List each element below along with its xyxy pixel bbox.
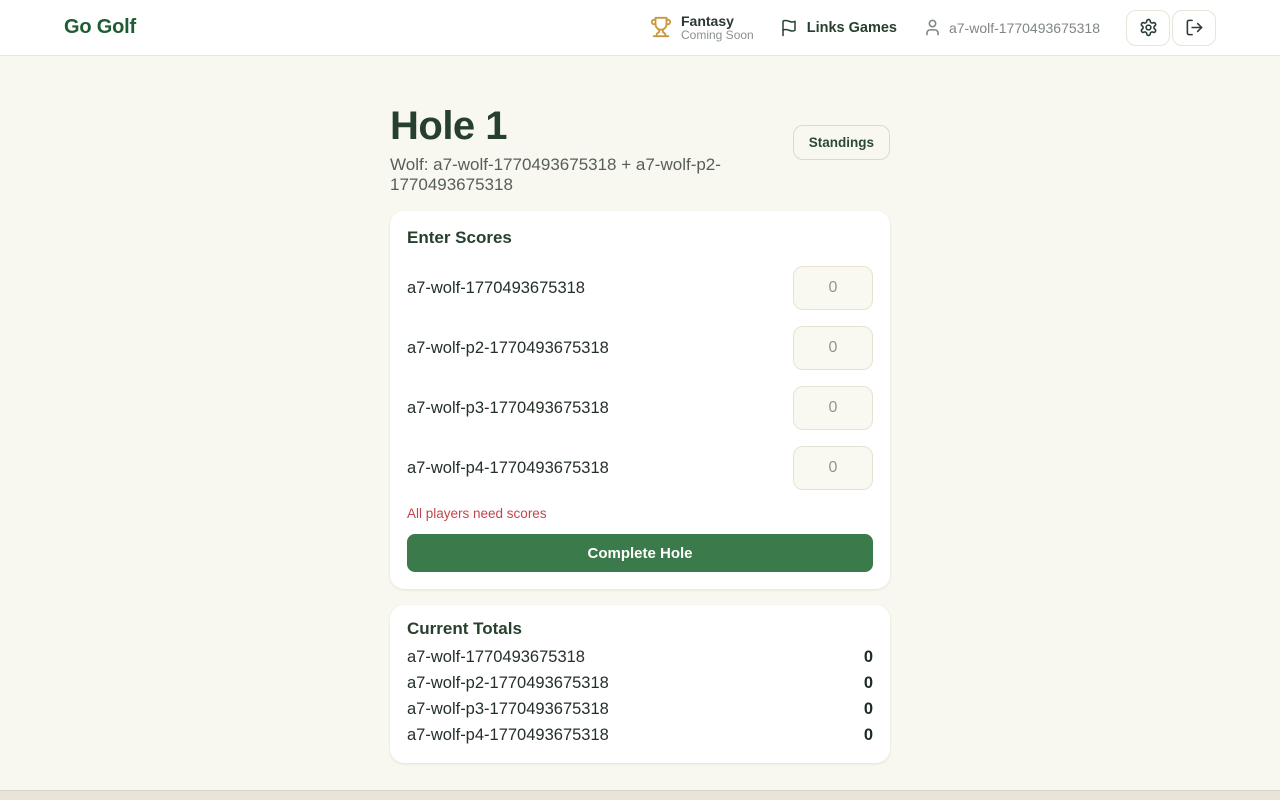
app-logo[interactable]: Go Golf — [64, 16, 136, 39]
player-name: a7-wolf-1770493675318 — [407, 644, 585, 670]
player-name: a7-wolf-p4-1770493675318 — [407, 459, 609, 478]
app-header: Go Golf Fantasy Coming Soon — [0, 0, 1280, 56]
fantasy-label: Fantasy — [681, 13, 754, 29]
player-name: a7-wolf-1770493675318 — [407, 279, 585, 298]
nav-fantasy[interactable]: Fantasy Coming Soon — [650, 13, 754, 43]
validation-message: All players need scores — [407, 506, 873, 521]
total-row: a7-wolf-p4-1770493675318 0 — [407, 722, 873, 748]
score-row: a7-wolf-1770493675318 — [407, 266, 873, 310]
gear-icon — [1139, 18, 1158, 37]
page-head: Hole 1 Wolf: a7-wolf-1770493675318 + a7-… — [390, 104, 890, 195]
current-totals-card: Current Totals a7-wolf-1770493675318 0 a… — [390, 605, 890, 763]
score-row: a7-wolf-p3-1770493675318 — [407, 386, 873, 430]
main-content: Hole 1 Wolf: a7-wolf-1770493675318 + a7-… — [0, 56, 1280, 790]
score-input-player-3[interactable] — [793, 386, 873, 430]
enter-scores-card: Enter Scores a7-wolf-1770493675318 a7-wo… — [390, 211, 890, 589]
flag-icon — [780, 19, 798, 37]
links-games-label: Links Games — [807, 20, 897, 36]
player-name: a7-wolf-p2-1770493675318 — [407, 670, 609, 696]
score-row: a7-wolf-p2-1770493675318 — [407, 326, 873, 370]
score-input-player-1[interactable] — [793, 266, 873, 310]
header-nav: Fantasy Coming Soon Links Games a7-wolf-… — [650, 10, 1216, 46]
wolf-subtitle: Wolf: a7-wolf-1770493675318 + a7-wolf-p2… — [390, 155, 793, 195]
username: a7-wolf-1770493675318 — [949, 20, 1100, 36]
header-buttons — [1126, 10, 1216, 46]
score-row: a7-wolf-p4-1770493675318 — [407, 446, 873, 490]
current-totals-heading: Current Totals — [407, 619, 873, 639]
settings-button[interactable] — [1126, 10, 1170, 46]
player-name: a7-wolf-p3-1770493675318 — [407, 696, 609, 722]
total-value: 0 — [864, 696, 873, 722]
total-row: a7-wolf-p2-1770493675318 0 — [407, 670, 873, 696]
player-name: a7-wolf-p3-1770493675318 — [407, 399, 609, 418]
score-input-player-2[interactable] — [793, 326, 873, 370]
person-icon — [923, 18, 942, 37]
total-row: a7-wolf-p3-1770493675318 0 — [407, 696, 873, 722]
total-value: 0 — [864, 722, 873, 748]
user-chip: a7-wolf-1770493675318 — [923, 18, 1100, 37]
enter-scores-heading: Enter Scores — [407, 228, 873, 248]
fantasy-status: Coming Soon — [681, 29, 754, 43]
standings-button[interactable]: Standings — [793, 125, 890, 160]
nav-links-games[interactable]: Links Games — [780, 19, 897, 37]
player-name: a7-wolf-p2-1770493675318 — [407, 339, 609, 358]
logout-icon — [1185, 18, 1204, 37]
footer-strip — [0, 790, 1280, 800]
total-value: 0 — [864, 670, 873, 696]
page-title: Hole 1 — [390, 104, 793, 148]
player-name: a7-wolf-p4-1770493675318 — [407, 722, 609, 748]
complete-hole-button[interactable]: Complete Hole — [407, 534, 873, 572]
trophy-icon — [650, 16, 672, 38]
score-input-player-4[interactable] — [793, 446, 873, 490]
logout-button[interactable] — [1172, 10, 1216, 46]
total-row: a7-wolf-1770493675318 0 — [407, 644, 873, 670]
total-value: 0 — [864, 644, 873, 670]
